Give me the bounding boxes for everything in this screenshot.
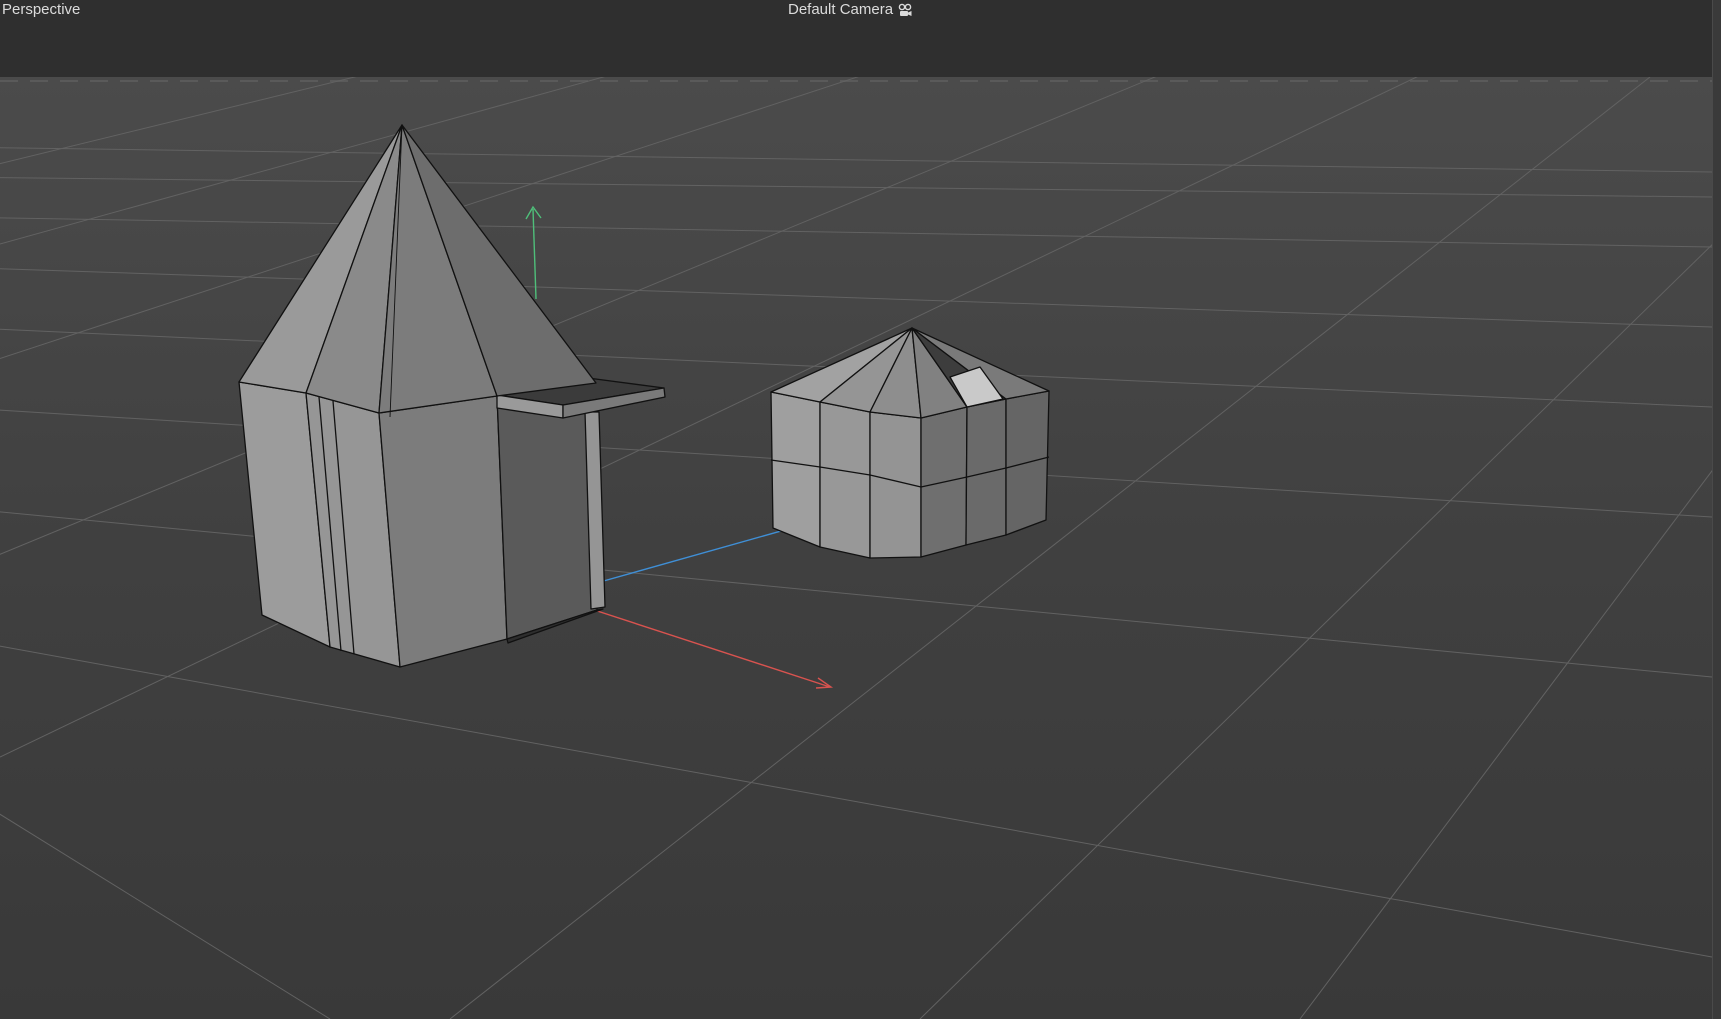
viewport-window: Perspective Default Camera	[0, 0, 1721, 1019]
camera-selector[interactable]: Default Camera	[788, 1, 913, 19]
camera-icon[interactable]	[897, 2, 913, 18]
camera-label: Default Camera	[788, 1, 894, 18]
view-mode-label[interactable]: Perspective	[2, 1, 80, 19]
viewport-header: Perspective Default Camera	[0, 0, 1712, 77]
3d-viewport[interactable]	[0, 77, 1712, 1019]
scrollbar-right[interactable]	[1712, 0, 1721, 1019]
